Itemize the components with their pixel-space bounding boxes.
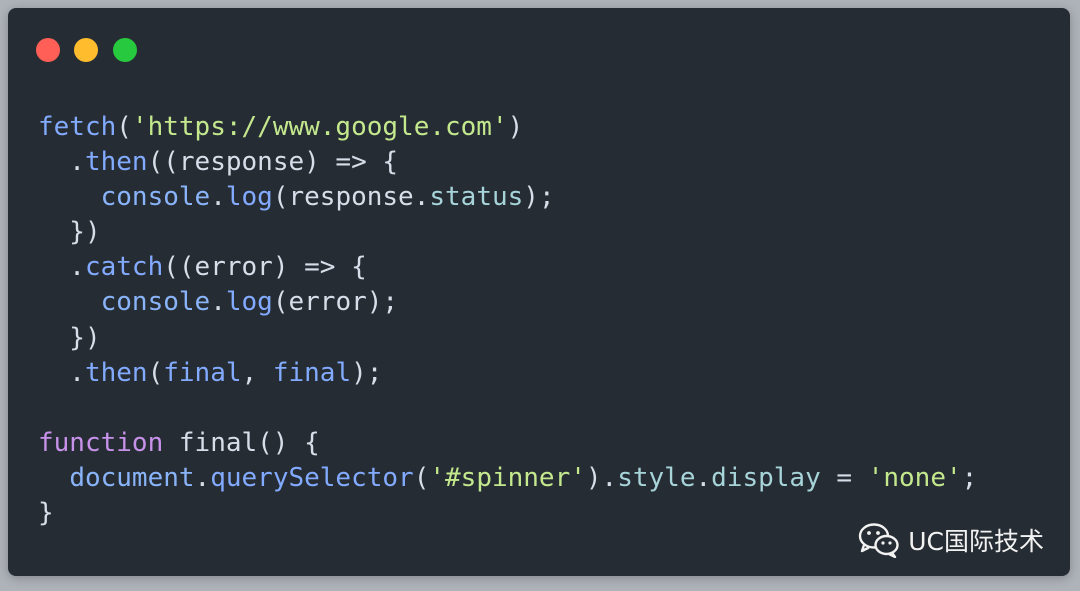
- code-token: .: [695, 462, 712, 493]
- code-line: }): [38, 215, 977, 250]
- maximize-button[interactable]: [113, 38, 137, 62]
- watermark: UC国际技术: [858, 522, 1044, 558]
- code-token: fetch: [38, 112, 117, 142]
- code-token: }): [38, 322, 101, 353]
- code-token: ((error) => {: [163, 252, 367, 283]
- code-token: .: [38, 147, 85, 178]
- code-token: ;: [961, 462, 978, 493]
- code-line: .then((response) => {: [38, 145, 977, 180]
- code-line: console.log(error);: [38, 285, 977, 320]
- code-token: function: [38, 427, 164, 458]
- code-token: log: [225, 287, 273, 318]
- code-line: console.log(response.status);: [38, 180, 977, 215]
- wechat-icon: [859, 523, 899, 558]
- code-line: }: [38, 496, 977, 531]
- code-line: }): [38, 321, 977, 356]
- code-token: }): [38, 217, 101, 248]
- code-token: then: [84, 147, 148, 178]
- code-token: console: [100, 182, 211, 213]
- code-token: '#spinner': [429, 462, 586, 493]
- code-token: ,: [241, 357, 273, 388]
- code-token: .: [210, 287, 226, 318]
- code-token: =: [820, 462, 868, 493]
- code-token: .: [194, 462, 211, 493]
- code-token: .: [38, 357, 85, 388]
- code-token: log: [225, 182, 273, 213]
- code-token: final: [272, 357, 352, 388]
- code-token: }: [38, 498, 54, 529]
- code-token: catch: [84, 252, 164, 283]
- code-token: 'none': [867, 462, 962, 493]
- code-line: .catch((error) => {: [38, 250, 977, 285]
- code-token: ): [507, 112, 524, 142]
- minimize-button[interactable]: [74, 38, 98, 62]
- code-token: (response.: [272, 182, 430, 213]
- code-token: status: [429, 182, 524, 213]
- code-token: .: [210, 182, 226, 213]
- code-token: console: [100, 287, 211, 318]
- code-token: .: [38, 252, 85, 283]
- code-token: (: [116, 112, 132, 142]
- code-token: );: [351, 357, 383, 388]
- code-line: fetch('https://www.google.com'): [38, 110, 977, 145]
- code-token: 'https://www.google.com': [131, 112, 508, 142]
- code-line: .then(final, final);: [38, 356, 977, 391]
- code-token: querySelector: [210, 462, 414, 493]
- code-token: final() {: [163, 427, 320, 458]
- code-token: (error);: [272, 287, 399, 318]
- code-token: );: [523, 182, 555, 213]
- code-line: document.querySelector('#spinner').style…: [38, 461, 977, 496]
- close-button[interactable]: [36, 38, 60, 62]
- code-token: ((response) => {: [147, 147, 399, 178]
- watermark-text: UC国际技术: [908, 527, 1044, 556]
- code-token: style: [617, 462, 696, 493]
- code-token: ).: [585, 462, 618, 493]
- code-token: (: [147, 357, 164, 388]
- code-token: final: [163, 357, 242, 388]
- code-line: function final() {: [38, 426, 977, 461]
- code-token: then: [84, 357, 148, 388]
- code-token: display: [711, 462, 821, 493]
- code-window: fetch('https://www.google.com') .then((r…: [8, 8, 1070, 576]
- code-block: fetch('https://www.google.com') .then((r…: [38, 110, 977, 531]
- code-token: (: [413, 462, 430, 493]
- code-token: document: [69, 462, 195, 493]
